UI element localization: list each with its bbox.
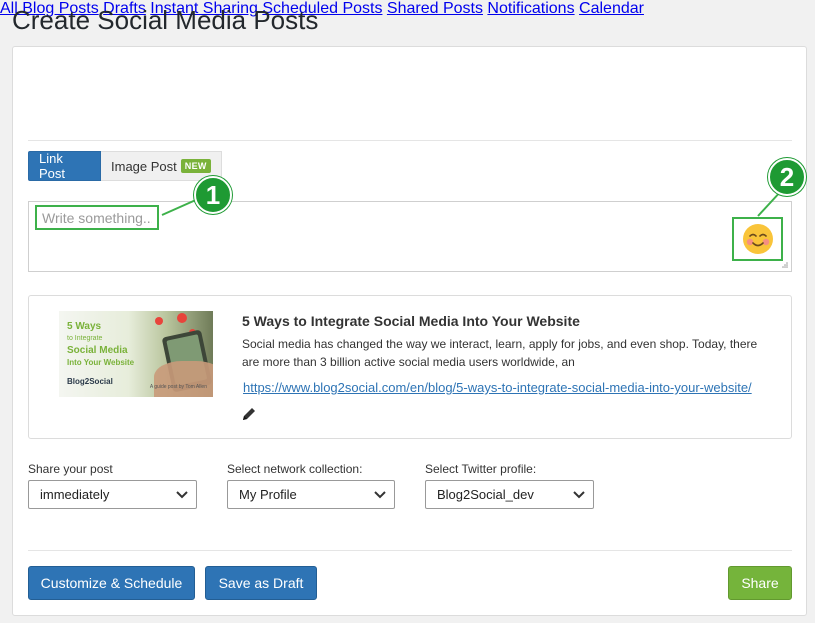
hand-illustration (154, 361, 213, 397)
pencil-edit-icon[interactable] (241, 406, 257, 422)
twitter-profile-select[interactable]: Blog2Social_dev (425, 480, 594, 509)
new-badge: NEW (180, 159, 211, 173)
emoji-picker-button[interactable] (732, 217, 783, 261)
twitter-profile-value: Blog2Social_dev (437, 487, 534, 502)
thumbnail-headline: 5 Ways to Integrate Social Media Into Yo… (67, 321, 135, 367)
footer-divider (28, 550, 792, 551)
tab-link-post[interactable]: Link Post (28, 151, 101, 181)
save-draft-label: Save as Draft (218, 575, 304, 591)
twitter-profile-label: Select Twitter profile: (425, 462, 537, 476)
nav-notifications[interactable]: Notifications (487, 0, 574, 17)
tab-image-post-label: Image Post (111, 158, 177, 174)
share-label: Share (741, 575, 779, 591)
callout-two-badge: 2 (768, 158, 806, 196)
share-timing-label: Share your post (28, 462, 113, 476)
callout-one-number: 1 (205, 179, 221, 210)
chevron-down-icon (573, 491, 585, 499)
thumbnail-brand: Blog2Social (67, 377, 113, 386)
smiling-face-icon (742, 224, 773, 254)
customize-schedule-label: Customize & Schedule (40, 575, 183, 591)
callout-two-number: 2 (779, 161, 795, 192)
chevron-down-icon (176, 491, 188, 499)
save-draft-button[interactable]: Save as Draft (205, 566, 317, 600)
customize-schedule-button[interactable]: Customize & Schedule (28, 566, 195, 600)
share-timing-select[interactable]: immediately (28, 480, 197, 509)
post-thumbnail: 5 Ways to Integrate Social Media Into Yo… (59, 311, 213, 397)
nav-shared-posts[interactable]: Shared Posts (387, 0, 483, 17)
resize-grip-icon[interactable] (781, 261, 789, 269)
chevron-down-icon (374, 491, 386, 499)
nav-calendar[interactable]: Calendar (579, 0, 644, 17)
share-timing-value: immediately (40, 487, 110, 502)
post-composer (28, 201, 792, 272)
tab-link-post-label: Link Post (39, 151, 66, 181)
network-collection-select[interactable]: My Profile (227, 480, 395, 509)
page-title: Create Social Media Posts (12, 5, 319, 35)
share-button[interactable]: Share (728, 566, 792, 600)
preview-description: Social media has changed the way we inte… (242, 337, 758, 369)
network-collection-label: Select network collection: (227, 462, 363, 476)
thumbnail-caption: A guide post by Tom Allen (149, 384, 207, 390)
post-text-input[interactable] (35, 205, 159, 230)
link-preview-card: 5 Ways to Integrate Social Media Into Yo… (28, 295, 792, 439)
preview-url-link[interactable]: https://www.blog2social.com/en/blog/5-wa… (243, 380, 752, 395)
like-bubble-icon (177, 313, 187, 323)
tab-image-post[interactable]: Image Post NEW (101, 151, 222, 181)
network-collection-value: My Profile (239, 487, 297, 502)
like-bubble-icon (155, 317, 163, 325)
nav-divider (28, 140, 792, 141)
callout-one-badge: 1 (194, 176, 232, 214)
preview-title: 5 Ways to Integrate Social Media Into Yo… (242, 313, 580, 329)
